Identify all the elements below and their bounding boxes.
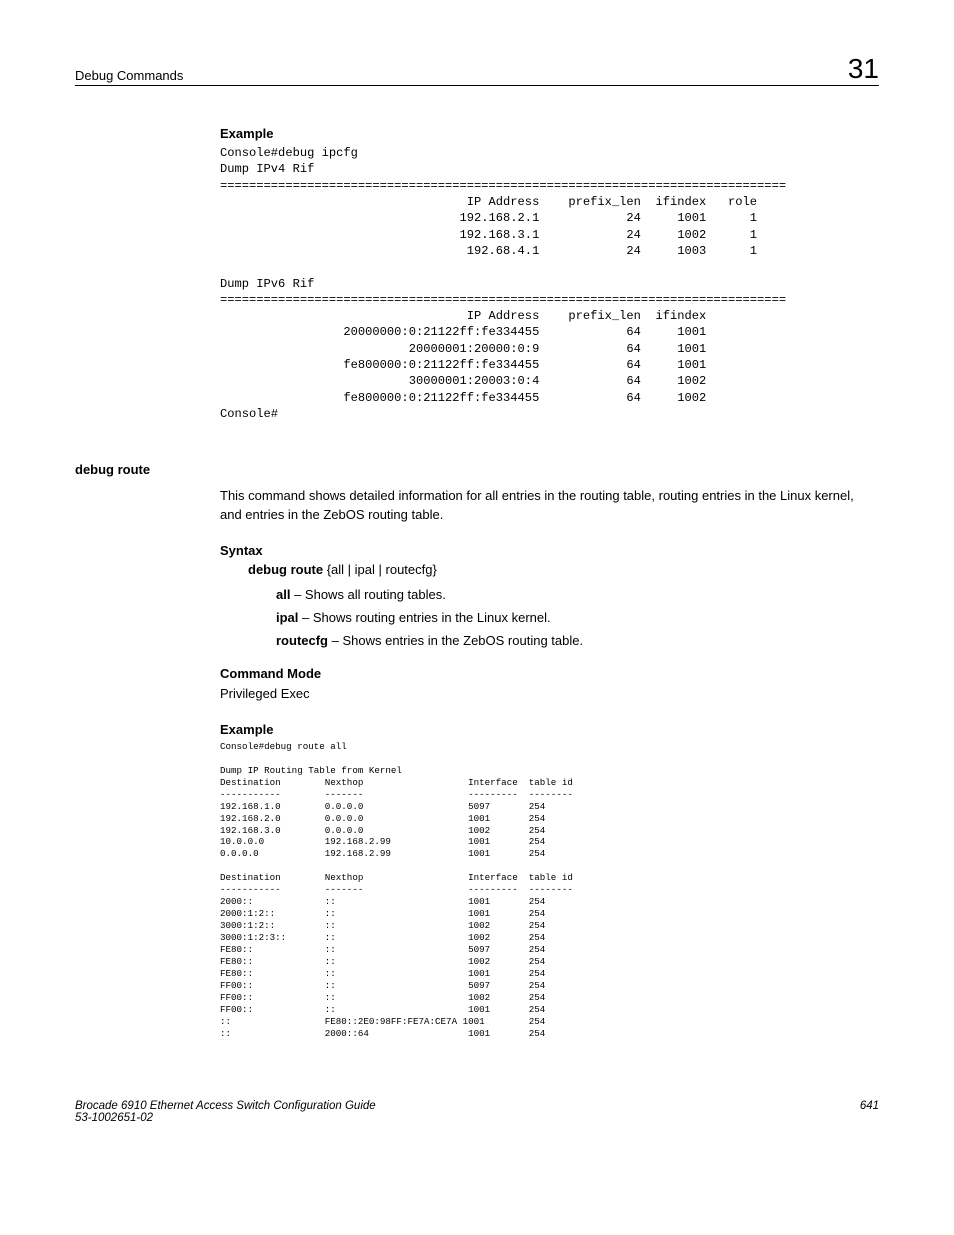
syntax-line: debug route {all | ipal | routecfg} xyxy=(248,562,879,577)
example2-heading: Example xyxy=(220,722,879,737)
page-footer: Brocade 6910 Ethernet Access Switch Conf… xyxy=(75,1100,879,1124)
command-name-heading: debug route xyxy=(75,462,879,477)
header-chapter-number: 31 xyxy=(848,55,879,83)
option-ipal-desc: – Shows routing entries in the Linux ker… xyxy=(298,610,550,625)
footer-page-number: 641 xyxy=(860,1100,879,1124)
footer-left: Brocade 6910 Ethernet Access Switch Conf… xyxy=(75,1100,376,1124)
syntax-heading: Syntax xyxy=(220,543,879,558)
footer-doc-title: Brocade 6910 Ethernet Access Switch Conf… xyxy=(75,1100,376,1112)
header-section-title: Debug Commands xyxy=(75,68,183,83)
command-mode-text: Privileged Exec xyxy=(220,685,879,704)
option-all: all – Shows all routing tables. xyxy=(276,587,879,602)
option-all-key: all xyxy=(276,587,290,602)
option-ipal: ipal – Shows routing entries in the Linu… xyxy=(276,610,879,625)
example-ipcfg-output: Console#debug ipcfg Dump IPv4 Rif ======… xyxy=(220,145,879,422)
footer-doc-number: 53-1002651-02 xyxy=(75,1112,376,1124)
command-mode-heading: Command Mode xyxy=(220,666,879,681)
option-routecfg-desc: – Shows entries in the ZebOS routing tab… xyxy=(328,633,583,648)
example-heading: Example xyxy=(220,126,879,141)
example-route-output: Console#debug route all Dump IP Routing … xyxy=(220,741,879,1040)
syntax-cmd: debug route xyxy=(248,562,327,577)
option-all-desc: – Shows all routing tables. xyxy=(290,587,445,602)
page-header: Debug Commands 31 xyxy=(75,55,879,86)
option-routecfg-key: routecfg xyxy=(276,633,328,648)
syntax-opts: {all | ipal | routecfg} xyxy=(327,562,437,577)
command-description: This command shows detailed information … xyxy=(220,487,879,525)
option-ipal-key: ipal xyxy=(276,610,298,625)
option-routecfg: routecfg – Shows entries in the ZebOS ro… xyxy=(276,633,879,648)
